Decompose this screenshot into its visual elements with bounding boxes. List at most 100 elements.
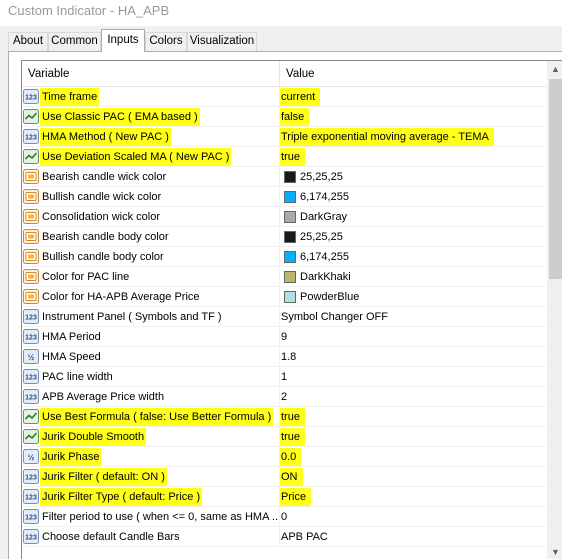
cell-separator [279,367,280,387]
input-value[interactable]: 25,25,25 [300,227,343,247]
cell-separator [279,287,280,307]
color-swatch[interactable] [284,251,296,263]
tab-inputs[interactable]: Inputs [101,29,145,52]
int-icon: 123 [23,329,39,344]
input-row[interactable]: Bearish candle wick color 25,25,25 [22,167,546,187]
input-value[interactable]: Price [281,487,306,507]
input-name: HMA Speed [42,351,101,363]
cell-separator [279,147,280,167]
column-header-value[interactable]: Value [280,61,315,87]
input-row[interactable]: 123 HMA Period 9 [22,327,546,347]
tab-about[interactable]: About [8,32,48,51]
color-swatch[interactable] [284,231,296,243]
input-row[interactable]: 123 HMA Method ( New PAC ) Triple expone… [22,127,546,147]
input-value[interactable]: 6,174,255 [300,247,349,267]
int-icon: 123 [23,509,39,524]
svg-text:123: 123 [25,315,37,322]
cell-separator [279,227,280,247]
input-name: Jurik Filter Type ( default: Price ) [42,491,201,503]
bool-icon [23,109,39,124]
int-icon: 123 [23,389,39,404]
svg-text:123: 123 [25,375,37,382]
color-swatch[interactable] [284,211,296,223]
input-value[interactable]: 9 [281,327,287,347]
input-name: Bullish candle wick color [42,191,162,203]
scroll-up-icon[interactable]: ▲ [547,61,562,78]
column-header-variable[interactable]: Variable [22,61,69,87]
input-value[interactable]: 25,25,25 [300,167,343,187]
input-row[interactable]: Use Best Formula ( false: Use Better For… [22,407,546,427]
cell-separator [279,207,280,227]
input-row[interactable]: Color for PAC line DarkKhaki [22,267,546,287]
color-icon [23,229,39,244]
input-row[interactable]: 123 APB Average Price width 2 [22,387,546,407]
input-value[interactable]: 2 [281,387,287,407]
input-row[interactable]: 123 Filter period to use ( when <= 0, sa… [22,507,546,527]
color-swatch[interactable] [284,291,296,303]
input-value[interactable]: true [281,147,300,167]
input-name: Time frame [42,91,98,103]
input-value[interactable]: Triple exponential moving average - TEMA [281,127,489,147]
svg-text:123: 123 [25,535,37,542]
input-value[interactable]: Symbol Changer OFF [281,307,388,327]
cell-separator [279,467,280,487]
title-bar: Custom Indicator - HA_APB [0,0,562,26]
input-name: Jurik Phase [42,451,100,463]
input-row[interactable]: 123 Time frame current [22,87,546,107]
input-row[interactable]: Consolidation wick color DarkGray [22,207,546,227]
scroll-thumb[interactable] [549,79,562,279]
input-row[interactable]: Bullish candle body color 6,174,255 [22,247,546,267]
input-value[interactable]: false [281,107,304,127]
input-row[interactable]: Bearish candle body color 25,25,25 [22,227,546,247]
cell-separator [279,87,280,107]
input-row[interactable]: Use Deviation Scaled MA ( New PAC ) true [22,147,546,167]
input-name: Choose default Candle Bars [42,531,180,543]
input-row[interactable]: Use Classic PAC ( EMA based ) false [22,107,546,127]
input-value[interactable]: 1 [281,367,287,387]
tab-common[interactable]: Common [48,32,101,51]
int-icon: 123 [23,89,39,104]
vertical-scrollbar[interactable]: ▲ ▼ [547,61,562,559]
input-row[interactable]: 123 PAC line width 1 [22,367,546,387]
color-icon [23,269,39,284]
color-swatch[interactable] [284,171,296,183]
input-row[interactable]: ½ HMA Speed 1.8 [22,347,546,367]
input-row[interactable]: Color for HA-APB Average Price PowderBlu… [22,287,546,307]
tab-visualization[interactable]: Visualization [187,32,257,51]
color-swatch[interactable] [284,271,296,283]
input-row[interactable]: 123 Instrument Panel ( Symbols and TF ) … [22,307,546,327]
input-value[interactable]: current [281,87,315,107]
input-row[interactable]: 123 Jurik Filter ( default: ON ) ON [22,467,546,487]
cell-separator [279,407,280,427]
input-value[interactable]: ON [281,467,298,487]
inputs-grid: Variable Value 123 Time frame current Us… [21,60,562,559]
input-value[interactable]: DarkKhaki [300,267,351,287]
input-value[interactable]: APB PAC [281,527,328,547]
tab-colors[interactable]: Colors [145,32,187,51]
input-row[interactable]: Jurik Double Smooth true [22,427,546,447]
color-swatch[interactable] [284,191,296,203]
input-row[interactable]: Bullish candle wick color 6,174,255 [22,187,546,207]
input-name: Jurik Filter ( default: ON ) [42,471,165,483]
scroll-down-icon[interactable]: ▼ [547,544,562,559]
input-value[interactable]: 1.8 [281,347,296,367]
color-icon [23,209,39,224]
bool-icon [23,429,39,444]
cell-separator [279,127,280,147]
svg-text:123: 123 [25,395,37,402]
input-value[interactable]: true [281,427,300,447]
input-value[interactable]: true [281,407,300,427]
input-value[interactable]: DarkGray [300,207,347,227]
input-value[interactable]: PowderBlue [300,287,359,307]
input-value[interactable]: 6,174,255 [300,187,349,207]
int-icon: 123 [23,529,39,544]
input-name: Use Classic PAC ( EMA based ) [42,111,198,123]
color-icon [23,249,39,264]
input-row[interactable]: 123 Choose default Candle Bars APB PAC [22,527,546,547]
input-row[interactable]: ½ Jurik Phase 0.0 [22,447,546,467]
input-value[interactable]: 0.0 [281,447,296,467]
input-name: Color for PAC line [42,271,130,283]
input-row[interactable]: 123 Jurik Filter Type ( default: Price )… [22,487,546,507]
input-value[interactable]: 0 [281,507,287,527]
input-name: Filter period to use ( when <= 0, same a… [42,511,282,523]
